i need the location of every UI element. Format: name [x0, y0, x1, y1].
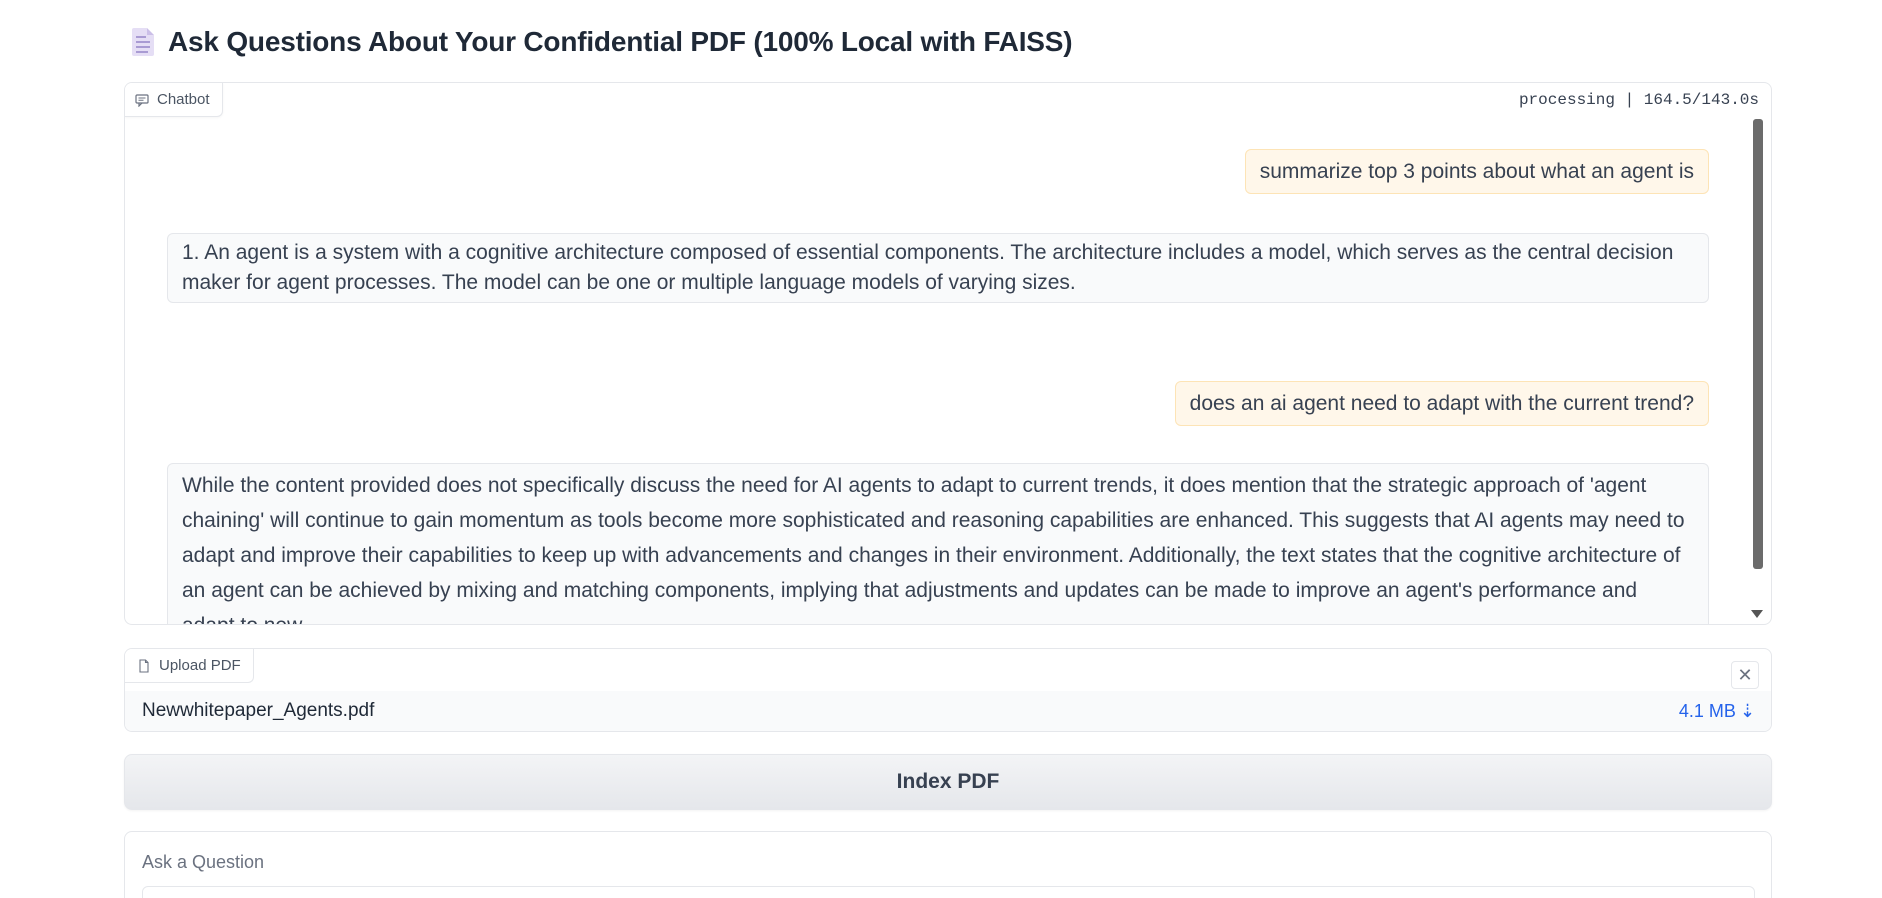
question-input[interactable] — [142, 886, 1755, 898]
clear-file-button[interactable]: ✕ — [1731, 661, 1759, 689]
processing-status: processing | 164.5/143.0s — [1518, 91, 1759, 109]
page-header: Ask Questions About Your Confidential PD… — [130, 24, 1073, 60]
chat-bubble-icon — [135, 93, 149, 107]
question-label: Ask a Question — [142, 852, 265, 872]
chat-scrollbar[interactable] — [1753, 119, 1763, 569]
uploaded-file-row: Newwhitepaper_Agents.pdf 4.1 MB ⇣ — [125, 691, 1771, 731]
assistant-message: 1. An agent is a system with a cognitive… — [167, 233, 1709, 303]
download-icon: ⇣ — [1739, 700, 1755, 721]
file-download-link[interactable]: 4.1 MB ⇣ — [1679, 701, 1755, 722]
file-icon — [139, 658, 149, 673]
close-icon: ✕ — [1737, 664, 1753, 685]
upload-label: Upload PDF — [125, 649, 254, 683]
upload-label-text: Upload PDF — [159, 657, 241, 674]
document-icon — [130, 27, 156, 57]
user-message: does an ai agent need to adapt with the … — [1174, 381, 1709, 426]
file-name: Newwhitepaper_Agents.pdf — [142, 700, 375, 721]
chatbot-label: Chatbot — [125, 83, 223, 117]
chatbot-panel: Chatbot processing | 164.5/143.0s summar… — [124, 82, 1772, 625]
upload-pdf-panel: Upload PDF ✕ Newwhitepaper_Agents.pdf 4.… — [124, 648, 1772, 732]
scroll-down-arrow-icon[interactable] — [1751, 610, 1763, 618]
question-panel: Ask a Question — [124, 831, 1772, 898]
page-title: Ask Questions About Your Confidential PD… — [168, 26, 1073, 57]
file-size: 4.1 MB — [1678, 700, 1736, 721]
user-message: summarize top 3 points about what an age… — [1244, 149, 1709, 194]
index-pdf-button[interactable]: Index PDF — [124, 754, 1772, 810]
chatbot-label-text: Chatbot — [157, 91, 210, 108]
scrollbar-thumb[interactable] — [1753, 119, 1763, 569]
assistant-message: While the content provided does not spec… — [167, 463, 1709, 624]
chat-messages[interactable]: summarize top 3 points about what an age… — [125, 117, 1771, 624]
